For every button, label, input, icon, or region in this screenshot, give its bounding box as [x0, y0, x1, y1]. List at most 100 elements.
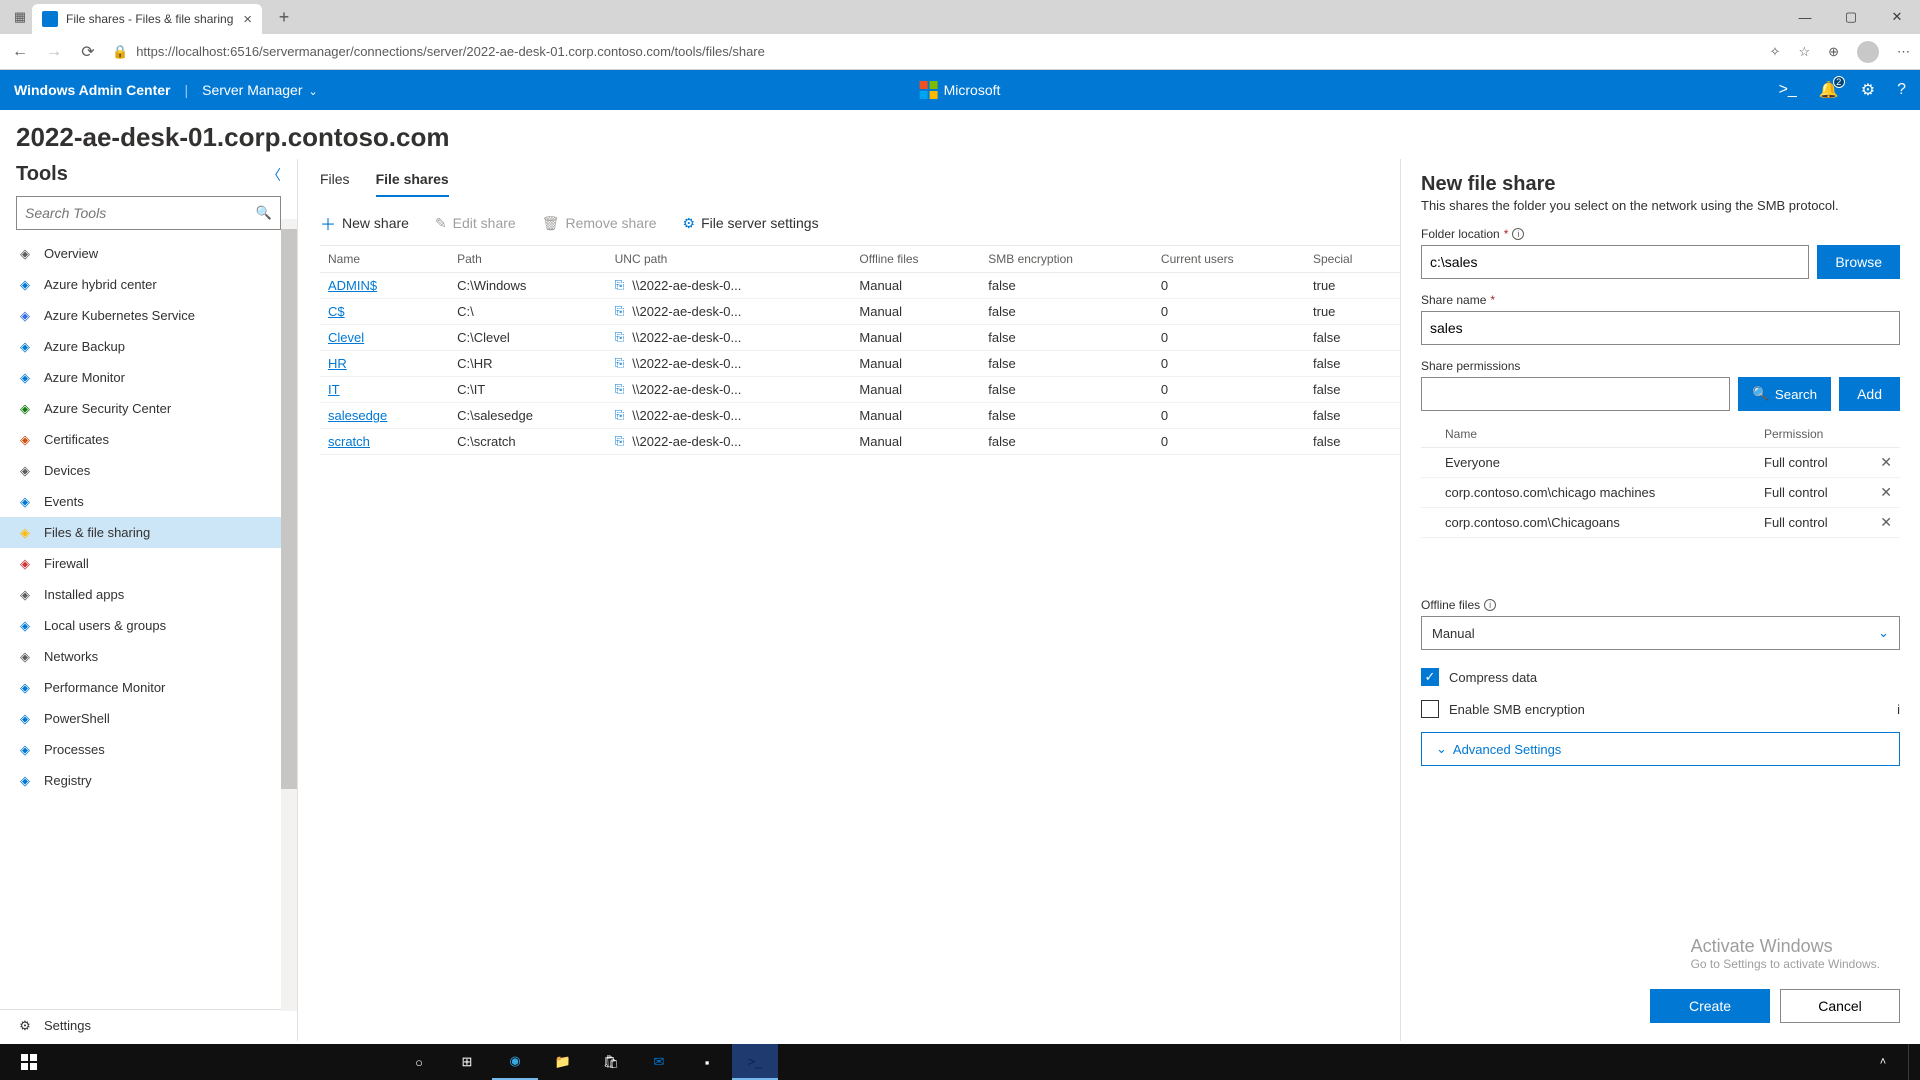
permission-search-input[interactable]	[1421, 377, 1730, 411]
sidebar-item-events[interactable]: ◈Events	[0, 486, 297, 517]
tab-files[interactable]: Files	[320, 171, 350, 197]
permission-row[interactable]: corp.contoso.com\ChicagoansFull control✕	[1421, 508, 1900, 538]
browse-button[interactable]: Browse	[1817, 245, 1900, 279]
tools-search-input[interactable]	[25, 205, 256, 221]
col-unc[interactable]: UNC path	[607, 246, 852, 273]
copy-icon[interactable]: ⎘	[615, 434, 625, 449]
search-icon[interactable]: 🔍	[256, 205, 272, 221]
sidebar-item-azure-hybrid-center[interactable]: ◈Azure hybrid center	[0, 269, 297, 300]
table-row[interactable]: salesedgeC:\salesedge⎘\\2022-ae-desk-0..…	[320, 403, 1400, 429]
maximize-icon[interactable]: ▢	[1828, 0, 1874, 34]
compress-checkbox[interactable]: ✓	[1421, 668, 1439, 686]
table-row[interactable]: ADMIN$C:\Windows⎘\\2022-ae-desk-0...Manu…	[320, 273, 1400, 299]
sidebar-item-powershell[interactable]: ◈PowerShell	[0, 703, 297, 734]
col-path[interactable]: Path	[449, 246, 607, 273]
edge-taskbar-icon[interactable]: ◉	[492, 1044, 538, 1080]
permission-row[interactable]: corp.contoso.com\chicago machinesFull co…	[1421, 478, 1900, 508]
minimize-icon[interactable]: —	[1782, 0, 1828, 34]
terminal-taskbar-icon[interactable]: ▪	[684, 1044, 730, 1080]
col-name[interactable]: Name	[320, 246, 449, 273]
tray-chevron-icon[interactable]: ˄	[1860, 1044, 1906, 1080]
close-tab-icon[interactable]: ×	[243, 11, 252, 28]
remove-permission-icon[interactable]: ✕	[1870, 448, 1900, 478]
share-name-link[interactable]: scratch	[328, 434, 370, 449]
tools-search[interactable]: 🔍	[16, 196, 281, 230]
profile-avatar-icon[interactable]	[1857, 41, 1879, 63]
advanced-settings-button[interactable]: ⌄ Advanced Settings	[1421, 732, 1900, 766]
favorites-icon[interactable]: ☆	[1798, 44, 1810, 60]
smb-encryption-checkbox[interactable]	[1421, 700, 1439, 718]
sidebar-item-registry[interactable]: ◈Registry	[0, 765, 297, 796]
sidebar-settings[interactable]: ⚙ Settings	[0, 1010, 297, 1041]
explorer-taskbar-icon[interactable]: 📁	[540, 1044, 586, 1080]
col-special[interactable]: Special	[1305, 246, 1400, 273]
context-dropdown[interactable]: Server Manager⌄	[202, 82, 318, 98]
start-button[interactable]	[6, 1044, 52, 1080]
table-row[interactable]: scratchC:\scratch⎘\\2022-ae-desk-0...Man…	[320, 429, 1400, 455]
sidebar-item-processes[interactable]: ◈Processes	[0, 734, 297, 765]
sidebar-item-azure-security-center[interactable]: ◈Azure Security Center	[0, 393, 297, 424]
info-icon[interactable]: i	[1484, 599, 1496, 611]
windows-taskbar[interactable]: ○ ⊞ ◉ 📁 🛍 ✉ ▪ >_ ˄	[0, 1044, 1920, 1080]
tab-actions-icon[interactable]: ▦	[8, 5, 32, 29]
share-name-link[interactable]: HR	[328, 356, 347, 371]
sidebar-item-azure-backup[interactable]: ◈Azure Backup	[0, 331, 297, 362]
share-name-link[interactable]: C$	[328, 304, 345, 319]
address-bar[interactable]: 🔒 https://localhost:6516/servermanager/c…	[112, 44, 1756, 60]
powershell-icon[interactable]: >_	[1779, 81, 1797, 99]
new-share-button[interactable]: ＋New share	[320, 211, 409, 235]
close-window-icon[interactable]: ✕	[1874, 0, 1920, 34]
collapse-tools-icon[interactable]: 〈	[267, 165, 281, 185]
show-desktop-button[interactable]	[1908, 1044, 1914, 1080]
cancel-button[interactable]: Cancel	[1780, 989, 1900, 1023]
remove-permission-icon[interactable]: ✕	[1870, 478, 1900, 508]
share-name-input[interactable]	[1421, 311, 1900, 345]
sidebar-item-installed-apps[interactable]: ◈Installed apps	[0, 579, 297, 610]
folder-location-input[interactable]	[1421, 245, 1809, 279]
copy-icon[interactable]: ⎘	[615, 382, 625, 397]
sidebar-item-networks[interactable]: ◈Networks	[0, 641, 297, 672]
info-icon[interactable]: i	[1897, 702, 1900, 717]
refresh-icon[interactable]: ⟳	[78, 42, 98, 62]
sidebar-item-azure-kubernetes-service[interactable]: ◈Azure Kubernetes Service	[0, 300, 297, 331]
create-button[interactable]: Create	[1650, 989, 1770, 1023]
copy-icon[interactable]: ⎘	[615, 304, 625, 319]
product-link[interactable]: Windows Admin Center	[14, 82, 170, 98]
notifications-icon[interactable]: 🔔2	[1819, 80, 1839, 100]
col-offline[interactable]: Offline files	[851, 246, 980, 273]
sidebar-item-overview[interactable]: ◈Overview	[0, 238, 297, 269]
collections-icon[interactable]: ⊕	[1828, 44, 1839, 60]
copy-icon[interactable]: ⎘	[615, 330, 625, 345]
copy-icon[interactable]: ⎘	[615, 356, 625, 371]
tab-file-shares[interactable]: File shares	[376, 171, 449, 197]
sidebar-item-devices[interactable]: ◈Devices	[0, 455, 297, 486]
sidebar-item-files-file-sharing[interactable]: ◈Files & file sharing	[0, 517, 297, 548]
sidebar-item-certificates[interactable]: ◈Certificates	[0, 424, 297, 455]
help-icon[interactable]: ?	[1897, 81, 1906, 99]
col-smb[interactable]: SMB encryption	[980, 246, 1153, 273]
settings-icon[interactable]: ⚙	[1861, 80, 1875, 100]
back-icon[interactable]: ←	[10, 43, 30, 61]
offline-files-select[interactable]: Manual ⌄	[1421, 616, 1900, 650]
tools-scrollbar[interactable]	[281, 219, 297, 1011]
powershell-taskbar-icon[interactable]: >_	[732, 1044, 778, 1080]
tracking-icon[interactable]: ✧	[1770, 44, 1781, 60]
copy-icon[interactable]: ⎘	[615, 278, 625, 293]
sidebar-item-local-users-groups[interactable]: ◈Local users & groups	[0, 610, 297, 641]
file-server-settings-button[interactable]: ⚙File server settings	[683, 215, 819, 232]
browser-tab[interactable]: File shares - Files & file sharing ×	[32, 4, 262, 34]
share-name-link[interactable]: IT	[328, 382, 340, 397]
add-permission-button[interactable]: Add	[1839, 377, 1900, 411]
remove-permission-icon[interactable]: ✕	[1870, 508, 1900, 538]
more-icon[interactable]: ⋯	[1897, 44, 1910, 60]
permission-row[interactable]: EveryoneFull control✕	[1421, 448, 1900, 478]
copy-icon[interactable]: ⎘	[615, 408, 625, 423]
col-users[interactable]: Current users	[1153, 246, 1305, 273]
share-name-link[interactable]: salesedge	[328, 408, 387, 423]
table-row[interactable]: C$C:\⎘\\2022-ae-desk-0...Manualfalse0tru…	[320, 299, 1400, 325]
store-taskbar-icon[interactable]: 🛍	[588, 1044, 634, 1080]
permission-search-button[interactable]: 🔍Search	[1738, 377, 1831, 411]
mail-taskbar-icon[interactable]: ✉	[636, 1044, 682, 1080]
share-name-link[interactable]: ADMIN$	[328, 278, 377, 293]
task-view-icon[interactable]: ⊞	[444, 1044, 490, 1080]
